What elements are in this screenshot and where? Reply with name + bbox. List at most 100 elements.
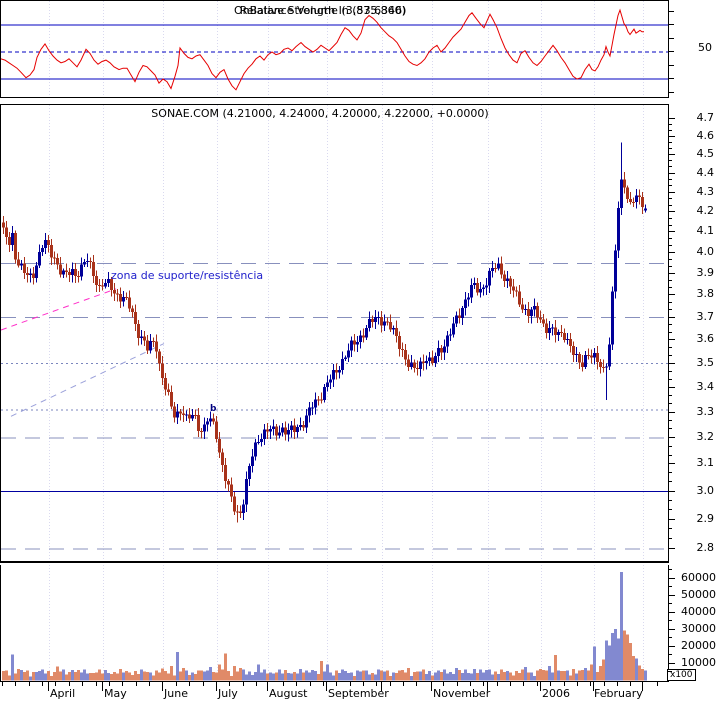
volume-bar bbox=[449, 672, 452, 681]
volume-bar bbox=[530, 672, 533, 681]
volume-bar bbox=[404, 672, 407, 681]
price-axis-minor-tick bbox=[668, 371, 672, 372]
price-axis-tick bbox=[668, 339, 675, 340]
volume-bar bbox=[425, 673, 428, 681]
price-axis-minor-tick bbox=[668, 225, 672, 226]
volume-bar bbox=[626, 634, 629, 681]
candle-body bbox=[314, 399, 317, 408]
price-axis-tick bbox=[668, 491, 675, 492]
volume-bar bbox=[239, 668, 242, 681]
candle-body bbox=[215, 421, 218, 439]
volume-bar bbox=[446, 673, 449, 681]
candle-body bbox=[137, 323, 140, 338]
candle-body bbox=[422, 361, 425, 364]
right-price-axis: 4.7 4.6 4.5 4.4 4.3 4.2 4.1 4.0 3.9 3.8 3.7 3.6 3.5 3… bbox=[668, 0, 723, 690]
price-axis-tick bbox=[668, 154, 675, 155]
candle-body bbox=[311, 407, 314, 409]
price-axis-minor-tick bbox=[668, 446, 672, 447]
candle-body bbox=[608, 344, 611, 367]
volume-bar bbox=[119, 669, 122, 681]
volume-bar bbox=[101, 673, 104, 681]
price-chart-canvas[interactable] bbox=[1, 105, 668, 561]
candle-body bbox=[86, 260, 89, 263]
price-axis-tick bbox=[668, 136, 675, 137]
volume-bar bbox=[164, 670, 167, 681]
volume-bar bbox=[203, 671, 206, 681]
volume-bar bbox=[134, 670, 137, 681]
volume-bar bbox=[200, 670, 203, 681]
volume-bar bbox=[287, 673, 290, 681]
volume-axis-tick bbox=[668, 595, 675, 596]
candle-body bbox=[623, 179, 626, 188]
volume-bar bbox=[359, 671, 362, 681]
candle-body bbox=[329, 379, 332, 383]
candle-body bbox=[32, 273, 35, 279]
week-tick bbox=[69, 682, 70, 686]
volume-bar bbox=[557, 670, 560, 681]
volume-bar bbox=[641, 669, 644, 681]
volume-bar bbox=[257, 664, 260, 681]
candle-body bbox=[167, 389, 170, 392]
volume-bar bbox=[32, 671, 35, 681]
week-tick bbox=[336, 682, 337, 686]
volume-bar bbox=[335, 670, 338, 681]
volume-bar bbox=[470, 673, 473, 681]
candle-body bbox=[263, 429, 266, 439]
price-axis-minor-tick bbox=[668, 302, 672, 303]
price-axis-minor-tick bbox=[668, 500, 672, 501]
chart-marker-b: b bbox=[210, 404, 217, 414]
candle-body bbox=[356, 342, 359, 345]
volume-axis-tick bbox=[668, 620, 672, 621]
month-label: September bbox=[328, 687, 389, 700]
volume-bar bbox=[476, 673, 479, 681]
volume-bar bbox=[8, 675, 11, 681]
candle-body bbox=[377, 316, 380, 318]
candle-body bbox=[233, 496, 236, 512]
candle-body bbox=[545, 323, 548, 334]
candle-body bbox=[305, 415, 308, 428]
volume-bar bbox=[269, 672, 272, 681]
volume-bar bbox=[29, 676, 32, 681]
volume-bar bbox=[284, 669, 287, 681]
price-axis-minor-tick bbox=[668, 124, 672, 125]
price-axis-minor-tick bbox=[668, 287, 672, 288]
candle-body bbox=[563, 333, 566, 340]
week-tick bbox=[243, 682, 244, 686]
price-axis-minor-tick bbox=[668, 324, 672, 325]
volume-bar bbox=[305, 670, 308, 681]
candle-body bbox=[635, 195, 638, 202]
volume-bar bbox=[413, 672, 416, 681]
candle-body bbox=[371, 318, 374, 322]
month-tick bbox=[102, 682, 103, 691]
volume-bar bbox=[494, 671, 497, 681]
price-axis-minor-tick bbox=[668, 166, 672, 167]
volume-bar bbox=[89, 672, 92, 681]
volume-bar bbox=[152, 675, 155, 681]
candle-body bbox=[275, 426, 278, 436]
price-axis-minor-tick bbox=[668, 472, 672, 473]
candle-body bbox=[482, 287, 485, 289]
price-axis-label: 3.0 bbox=[696, 484, 715, 497]
indicator-axis-tick bbox=[668, 92, 674, 93]
price-axis-label: 4.0 bbox=[696, 245, 715, 258]
month-label: February bbox=[594, 687, 643, 700]
candle-body bbox=[458, 315, 461, 319]
volume-bar bbox=[431, 675, 434, 681]
week-tick bbox=[470, 682, 471, 686]
volume-chart-canvas[interactable] bbox=[1, 565, 668, 681]
volume-bar bbox=[194, 674, 197, 681]
volume-bar bbox=[296, 673, 299, 681]
price-axis-label: 4.1 bbox=[696, 224, 715, 237]
volume-bar bbox=[59, 671, 62, 681]
indicator-axis-tick bbox=[668, 51, 674, 52]
candle-body bbox=[71, 268, 74, 275]
candle-body bbox=[569, 339, 572, 346]
candle-body bbox=[530, 309, 533, 317]
volume-bar bbox=[56, 666, 59, 681]
week-tick bbox=[2, 682, 3, 686]
candle-body bbox=[203, 424, 206, 432]
volume-bar bbox=[281, 673, 284, 681]
candle-body bbox=[383, 321, 386, 326]
volume-bar bbox=[635, 658, 638, 681]
volume-bar bbox=[563, 671, 566, 681]
